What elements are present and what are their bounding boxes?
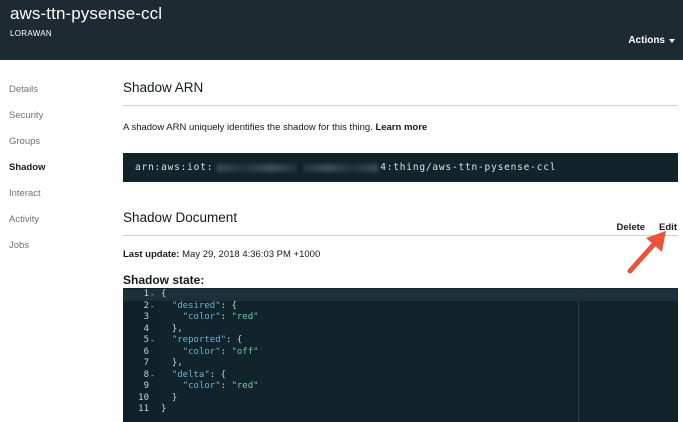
code-line: 7 }, [123, 358, 678, 370]
line-number: 9 [143, 381, 149, 391]
code-text: "color": "red" [182, 381, 259, 391]
sidebar-item-interact[interactable]: Interact [9, 188, 45, 214]
code-line: 11} [123, 404, 678, 416]
line-number: 8 [143, 369, 149, 380]
arn-prefix: arn:aws:iot: [135, 162, 214, 173]
arn-suffix: 4:thing/aws-ttn-pysense-ccl [380, 162, 557, 173]
learn-more-link[interactable]: Learn more [375, 122, 427, 133]
code-text: "color": "off" [182, 346, 259, 357]
code-text: { [161, 289, 167, 299]
code-text: "desired": { [171, 300, 237, 311]
code-text: } [161, 404, 167, 414]
divider [123, 235, 678, 236]
shadow-state-label: Shadow state: [123, 273, 205, 287]
code-line: 2- "desired": { [123, 301, 678, 313]
fold-toggle-icon[interactable]: - [150, 335, 155, 347]
fold-toggle-icon[interactable]: - [150, 289, 155, 301]
line-number: 7 [143, 358, 149, 368]
top-header: aws-ttn-pysense-ccl LORAWAN Actions [0, 0, 683, 60]
line-number: 5 [143, 335, 149, 345]
shadow-arn-description: A shadow ARN uniquely identifies the sha… [123, 122, 427, 133]
sidebar-nav: Details Security Groups Shadow Interact … [9, 84, 45, 266]
shadow-document-heading: Shadow Document [123, 210, 238, 225]
sidebar-item-groups[interactable]: Groups [9, 136, 45, 162]
shadow-json-editor[interactable]: 1-{2- "desired": {3 "color": "red" 4 }, 5-… [123, 288, 678, 422]
line-number: 3 [143, 312, 149, 322]
sidebar-item-jobs[interactable]: Jobs [9, 240, 45, 266]
code-text: }, [161, 358, 183, 368]
shadow-arn-value[interactable]: arn:aws:iot: 4:thing/aws-ttn-pysense-ccl [123, 153, 678, 182]
last-update-value: May 29, 2018 4:36:03 PM +1000 [182, 249, 321, 260]
code-line: 8- "delta": { [123, 370, 678, 382]
shadow-arn-heading: Shadow ARN [123, 80, 204, 95]
code-line: 6 "color": "off" [123, 347, 678, 359]
fold-toggle-icon[interactable]: - [150, 370, 155, 382]
code-line: 10 } [123, 393, 678, 405]
line-number: 11 [138, 404, 149, 414]
sidebar-item-details[interactable]: Details [9, 84, 45, 110]
code-text: "reported": { [171, 335, 243, 345]
sidebar-item-activity[interactable]: Activity [9, 214, 45, 240]
redacted-account-id [303, 163, 379, 172]
line-number: 4 [143, 323, 149, 334]
line-number: 2 [143, 300, 149, 311]
code-line: 9 "color": "red" [123, 381, 678, 393]
line-number: 1 [143, 289, 149, 299]
code-text: "color": "red" [182, 312, 259, 322]
code-line: 5- "reported": { [123, 335, 678, 347]
code-text: }, [161, 323, 183, 334]
caret-down-icon [669, 39, 675, 43]
line-number: 10 [138, 392, 149, 403]
code-line: 3 "color": "red" [123, 312, 678, 324]
thing-name-title: aws-ttn-pysense-ccl [10, 4, 163, 23]
code-text: } [161, 392, 178, 403]
code-line: 1-{ [123, 289, 678, 301]
last-update: Last update: May 29, 2018 4:36:03 PM +10… [123, 249, 320, 260]
arn-description-text: A shadow ARN uniquely identifies the sha… [123, 122, 373, 133]
actions-dropdown-button[interactable]: Actions [628, 35, 675, 46]
divider [123, 105, 678, 106]
code-text: "delta": { [171, 369, 227, 380]
thing-type-label: LORAWAN [10, 29, 52, 38]
last-update-label: Last update: [123, 249, 180, 260]
code-line: 4 }, [123, 324, 678, 336]
redacted-region [217, 163, 298, 172]
fold-toggle-icon[interactable]: - [150, 301, 155, 313]
sidebar-item-security[interactable]: Security [9, 110, 45, 136]
actions-label: Actions [628, 35, 665, 46]
line-number: 6 [143, 346, 149, 357]
arrow-annotation-icon [627, 231, 666, 274]
sidebar-item-shadow[interactable]: Shadow [9, 162, 45, 188]
